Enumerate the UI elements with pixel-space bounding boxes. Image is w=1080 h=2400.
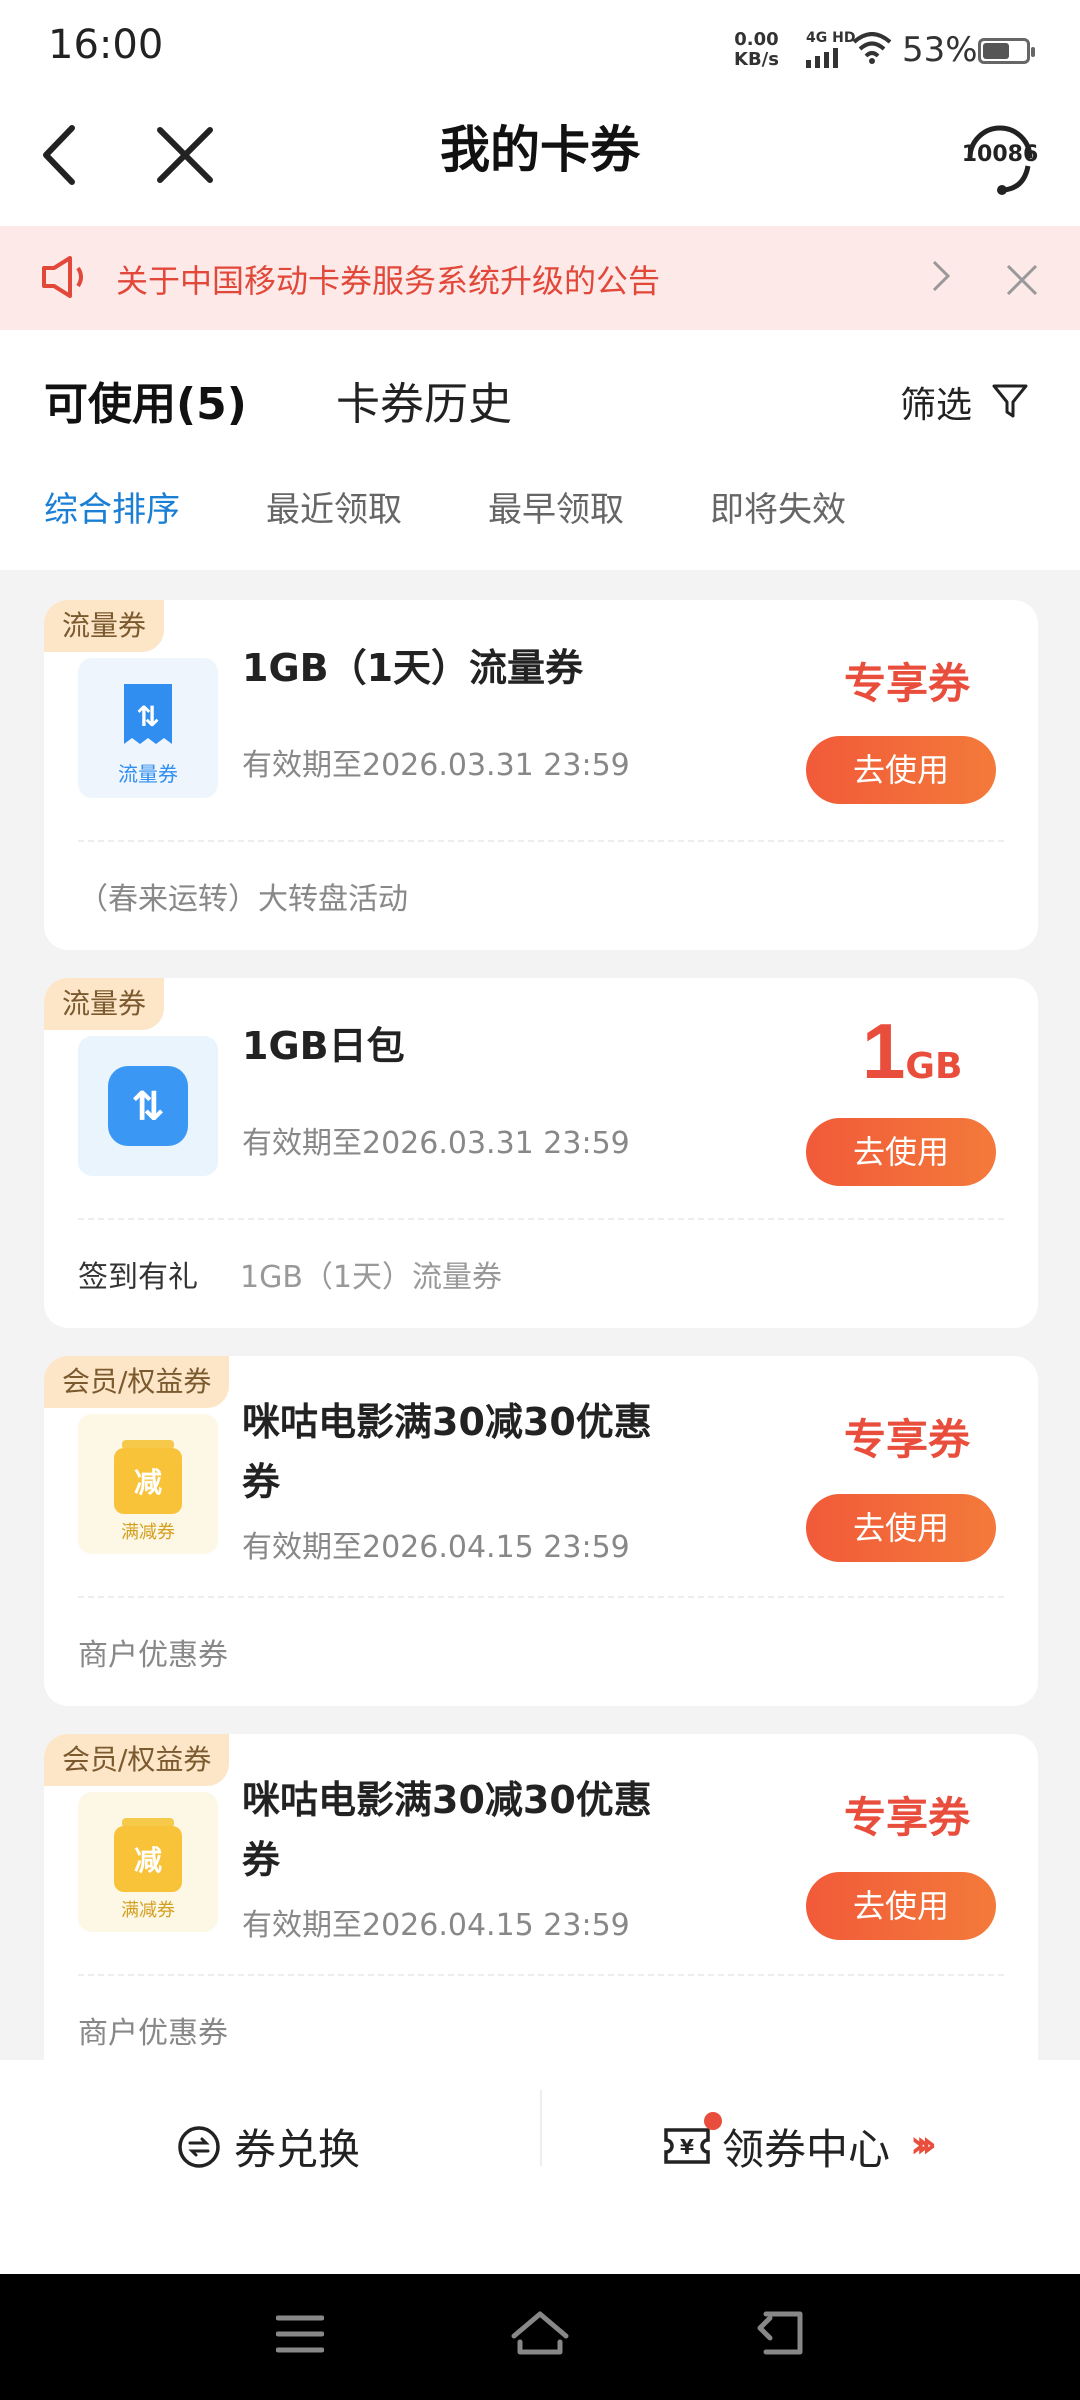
svg-text:⇅: ⇅ [131, 1084, 165, 1130]
coupon-title: 咪咕电影满30减30优惠券 [242, 1400, 652, 1504]
amount-unit: GB [905, 1046, 963, 1087]
coupon-card[interactable]: 会员/权益券 减 满减券 咪咕电影满30减30优惠券 有效期至2026.04.1… [44, 1356, 1038, 1706]
exclusive-badge: 专享券 [843, 659, 970, 708]
home-icon[interactable] [508, 2308, 572, 2358]
data-pack-icon: ⇅ [78, 1036, 218, 1176]
triple-chevron-icon: ››› [910, 2122, 937, 2166]
filter-icon[interactable] [990, 380, 1030, 420]
page-title: 我的卡券 [440, 121, 640, 179]
speaker-icon [42, 256, 83, 298]
customer-service-button[interactable]: 10086 [960, 118, 1040, 198]
chevron-right-icon[interactable] [926, 254, 956, 298]
exchange-button[interactable]: 券兑换 [234, 2116, 360, 2177]
coupon-tag: 流量券 [44, 600, 165, 652]
net-speed: 0.00 KB/s [734, 30, 779, 70]
wifi-icon [852, 32, 892, 64]
status-time: 16:00 [48, 22, 164, 68]
status-bar: 16:00 0.00 KB/s 4G HD 53% [0, 0, 1080, 96]
svg-text:⇅: ⇅ [136, 700, 159, 733]
icon-label: 满减券 [121, 1522, 175, 1543]
coupon-title: 1GB（1天）流量券 [242, 646, 584, 690]
coupon-tag: 流量券 [44, 978, 165, 1030]
data-amount: 1GB [862, 1006, 962, 1097]
coupon-source: 商户优惠券 [78, 1638, 228, 1673]
bottom-action-bar: 券兑换 ¥ 领券中心 ››› [0, 2060, 1080, 2274]
discount-coupon-icon: 减 满减券 [78, 1792, 218, 1932]
discount-coupon-icon: 减 满减券 [78, 1414, 218, 1554]
coupon-center-button[interactable]: 领券中心 [722, 2116, 890, 2177]
notice-text: 关于中国移动卡券服务系统升级的公告 [116, 262, 661, 300]
icon-char: 减 [134, 1844, 162, 1877]
coupon-source-detail: 1GB（1天）流量券 [240, 1260, 503, 1295]
system-nav-bar [0, 2274, 1080, 2400]
coupon-tag: 会员/权益券 [44, 1356, 230, 1408]
signal-icon [806, 48, 838, 68]
coupon-card[interactable]: 流量券 ⇅ 流量券 1GB（1天）流量券 有效期至2026.03.31 23:5… [44, 600, 1038, 950]
sort-recent[interactable]: 最近领取 [266, 482, 402, 531]
sort-comprehensive[interactable]: 综合排序 [44, 482, 180, 531]
svg-text:¥: ¥ [680, 2135, 694, 2159]
amount-value: 1 [862, 1007, 906, 1095]
sort-earliest[interactable]: 最早领取 [488, 482, 624, 531]
icon-label: 流量券 [118, 762, 178, 786]
service-number: 10086 [961, 142, 1039, 167]
coupon-expiry: 有效期至2026.04.15 23:59 [242, 1908, 630, 1943]
net-speed-value: 0.00 [734, 29, 779, 50]
card-divider [78, 1596, 1004, 1598]
tab-history[interactable]: 卡券历史 [336, 368, 512, 432]
use-button[interactable]: 去使用 [806, 736, 996, 804]
icon-char: 减 [134, 1466, 162, 1499]
notice-banner[interactable]: 关于中国移动卡券服务系统升级的公告 [0, 226, 1080, 330]
use-button[interactable]: 去使用 [806, 1872, 996, 1940]
tab-available[interactable]: 可使用(5) [44, 368, 247, 432]
tab-section: 可使用(5) 卡券历史 筛选 综合排序 最近领取 最早领取 即将失效 [0, 330, 1080, 570]
battery-percent: 53% [902, 30, 978, 70]
coupon-source: （春来运转）大转盘活动 [78, 882, 408, 917]
coupon-title: 咪咕电影满30减30优惠券 [242, 1778, 652, 1882]
notice-close-icon[interactable] [1004, 262, 1040, 298]
exclusive-badge: 专享券 [843, 1793, 970, 1842]
coupon-tag: 会员/权益券 [44, 1734, 230, 1786]
card-divider [78, 840, 1004, 842]
coupon-expiry: 有效期至2026.04.15 23:59 [242, 1530, 630, 1565]
network-label: 4G HD [806, 30, 856, 46]
coupon-expiry: 有效期至2026.03.31 23:59 [242, 1126, 630, 1161]
coupon-card[interactable]: 会员/权益券 减 满减券 咪咕电影满30减30优惠券 有效期至2026.04.1… [44, 1734, 1038, 2094]
filter-button[interactable]: 筛选 [900, 376, 972, 428]
net-speed-unit: KB/s [734, 49, 779, 70]
use-button[interactable]: 去使用 [806, 1118, 996, 1186]
coupon-card[interactable]: 流量券 ⇅ 1GB日包 有效期至2026.03.31 23:59 1GB 去使用… [44, 978, 1038, 1328]
back-nav-icon[interactable] [756, 2310, 806, 2356]
card-divider [78, 1974, 1004, 1976]
exchange-icon [178, 2126, 220, 2168]
battery-icon [978, 38, 1035, 64]
bottom-divider [540, 2090, 542, 2166]
use-button[interactable]: 去使用 [806, 1494, 996, 1562]
card-divider [78, 1218, 1004, 1220]
coupon-expiry: 有效期至2026.03.31 23:59 [242, 748, 630, 783]
coupon-source: 签到有礼 [78, 1260, 198, 1295]
exclusive-badge: 专享券 [843, 1415, 970, 1464]
icon-label: 满减券 [121, 1900, 175, 1921]
menu-icon[interactable] [276, 2314, 324, 2354]
coupon-title: 1GB日包 [242, 1024, 405, 1068]
data-coupon-icon: ⇅ 流量券 [78, 658, 218, 798]
coupon-center-icon: ¥ [664, 2128, 710, 2164]
coupon-source: 商户优惠券 [78, 2016, 228, 2051]
notification-dot [704, 2112, 722, 2130]
nav-bar: 我的卡券 10086 [0, 96, 1080, 226]
sort-expiring[interactable]: 即将失效 [710, 482, 846, 531]
